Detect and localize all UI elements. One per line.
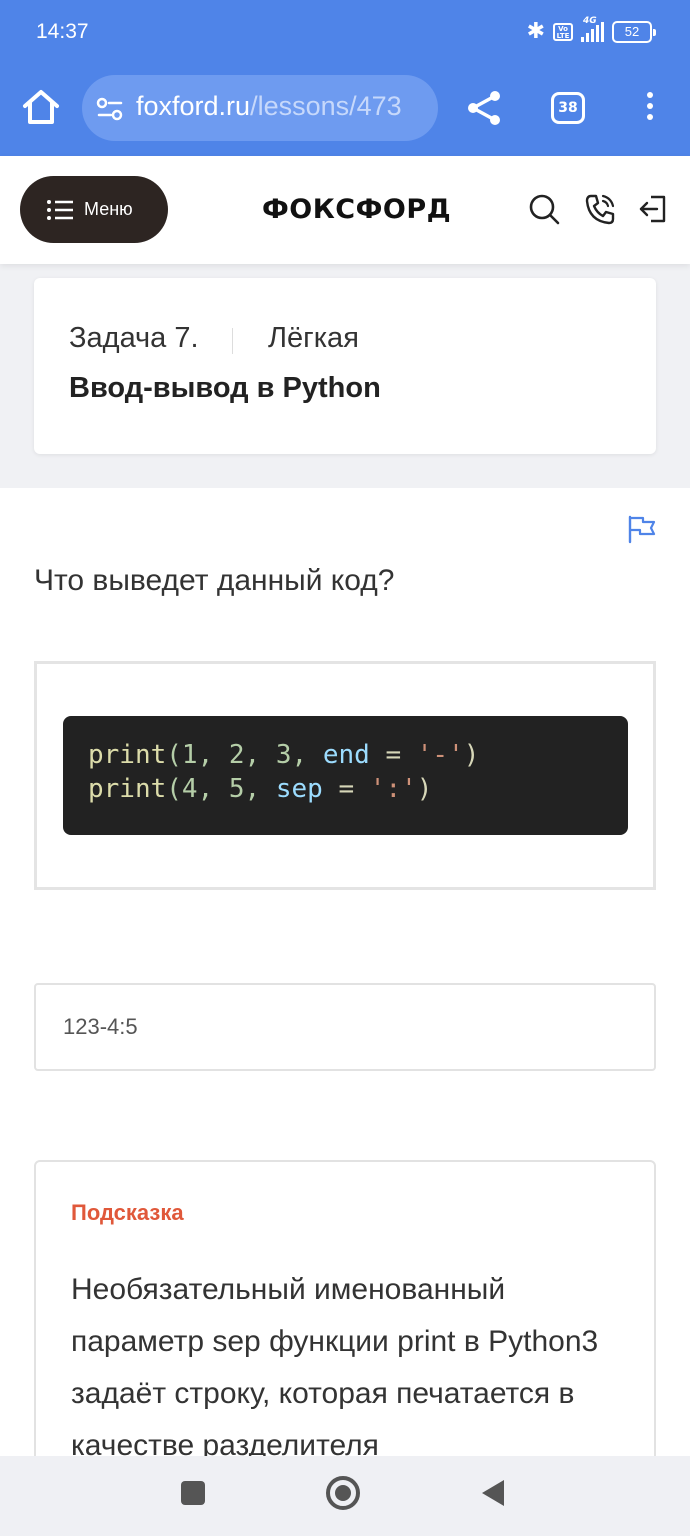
task-title: Ввод-вывод в Python [69, 372, 381, 404]
code-function: print [88, 740, 167, 770]
home-icon[interactable] [20, 86, 62, 128]
hint-card: Подсказка Необязательный именованный пар… [34, 1160, 656, 1456]
url-domain: foxford.ru [136, 91, 251, 121]
task-card: Задача 7. Лёгкая Ввод-вывод в Python [34, 278, 656, 454]
site-header: Меню ФОКСФОРД [0, 156, 690, 264]
code-args: (1, 2, 3, [166, 740, 323, 770]
phone-icon[interactable] [583, 192, 617, 226]
question-text: Что выведет данный код? [34, 564, 395, 597]
network-type: 4G [583, 16, 597, 26]
status-icons: ✱ Vo LTE 4G 52 [526, 16, 656, 46]
code-line-2: print(4, 5, sep = ':') [88, 772, 628, 806]
battery-icon: 52 [612, 21, 656, 43]
signal-icon: 4G [581, 16, 604, 42]
code-keyword: sep [275, 774, 323, 804]
browser-toolbar: 14:37 ✱ Vo LTE 4G 52 foxford.ru/lessons/… [0, 0, 690, 156]
site-logo[interactable]: ФОКСФОРД [262, 194, 451, 225]
home-nav-icon[interactable] [326, 1476, 360, 1510]
bluetooth-icon: ✱ [526, 19, 545, 44]
code-close: ) [416, 774, 433, 804]
address-bar[interactable]: foxford.ru/lessons/473 [82, 75, 438, 141]
code-operator: = [369, 740, 417, 770]
task-number: Задача 7. [69, 322, 199, 354]
url-path: /lessons/473 [250, 91, 402, 121]
navigation-bar [0, 1456, 690, 1536]
code-block: print(1, 2, 3, end = '-') print(4, 5, sep… [63, 716, 628, 835]
login-icon[interactable] [637, 192, 671, 226]
answer-input[interactable]: 123-4:5 [34, 983, 656, 1071]
hint-text: Необязательный именованный параметр sep … [71, 1273, 599, 1456]
code-frame: print(1, 2, 3, end = '-') print(4, 5, sep… [34, 661, 656, 890]
url-text[interactable]: foxford.ru/lessons/473 [136, 91, 402, 122]
code-line-1: print(1, 2, 3, end = '-') [88, 738, 628, 772]
report-flag-icon[interactable] [626, 514, 658, 544]
divider [232, 328, 233, 354]
task-content: Что выведет данный код? print(1, 2, 3, e… [0, 488, 690, 1456]
code-keyword: end [322, 740, 370, 770]
code-operator: = [322, 774, 370, 804]
volte-icon: Vo LTE [553, 23, 573, 41]
back-icon[interactable] [482, 1480, 504, 1506]
status-time: 14:37 [36, 20, 89, 43]
menu-button[interactable]: Меню [20, 176, 168, 243]
hint-label: Подсказка [71, 1200, 184, 1225]
status-bar: 14:37 ✱ Vo LTE 4G 52 [0, 0, 690, 66]
hamburger-icon [47, 199, 73, 220]
code-function: print [88, 774, 167, 804]
code-string: '-' [416, 740, 464, 770]
share-icon[interactable] [464, 89, 504, 127]
more-menu-icon[interactable] [640, 92, 660, 126]
tabs-button[interactable]: 38 [551, 92, 585, 124]
recent-apps-icon[interactable] [181, 1481, 205, 1505]
search-icon[interactable] [527, 192, 561, 226]
code-close: ) [463, 740, 480, 770]
task-difficulty: Лёгкая [268, 322, 359, 354]
code-string: ':' [369, 774, 417, 804]
site-settings-icon[interactable] [96, 95, 124, 123]
code-args: (4, 5, [166, 774, 276, 804]
menu-label: Меню [84, 199, 133, 219]
